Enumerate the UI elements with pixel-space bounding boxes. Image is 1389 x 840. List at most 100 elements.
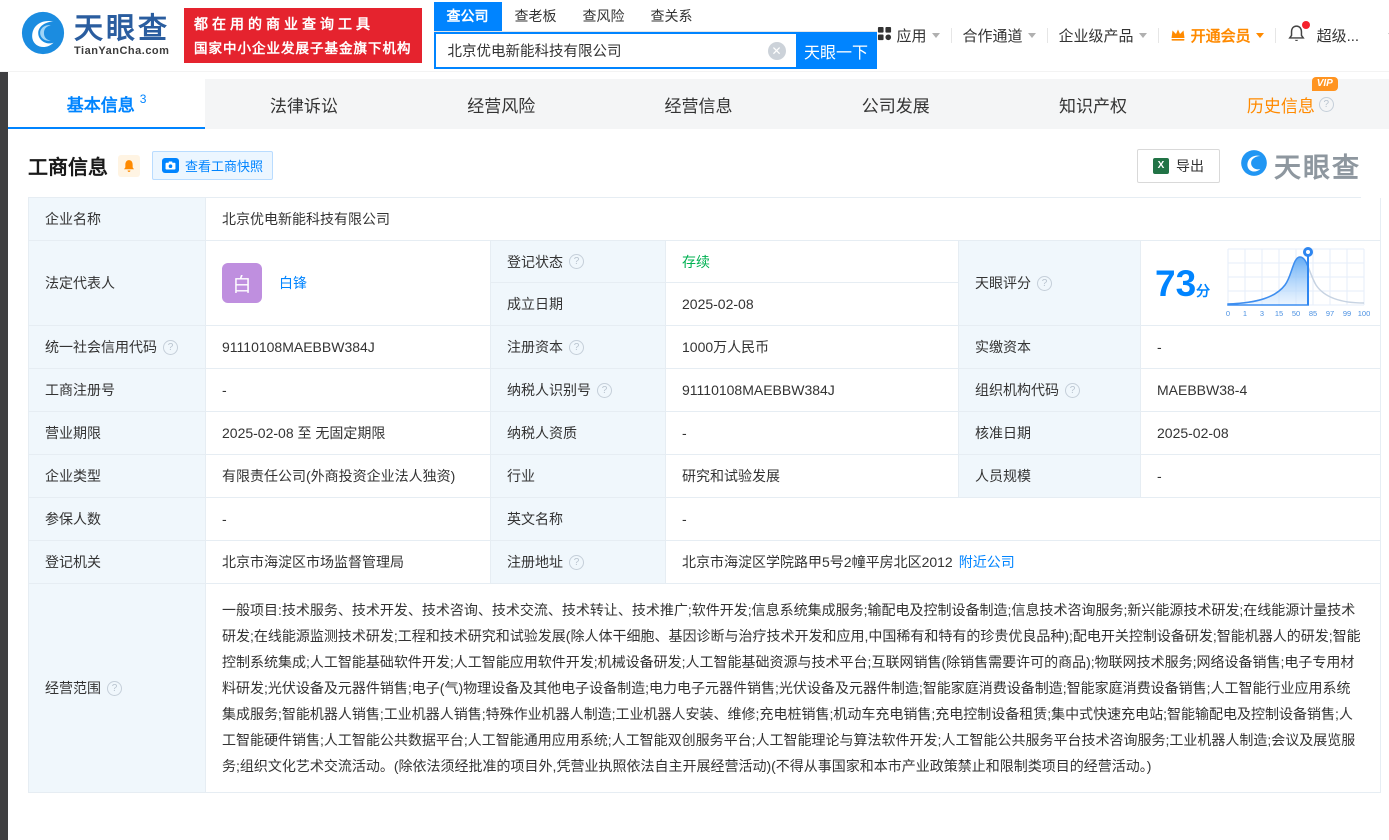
field-value-reg-address: 北京市海淀区学院路甲5号2幢平房北区2012 附近公司 [666,541,1382,584]
field-label-taxpayer-id: 纳税人识别号? [491,369,666,412]
camera-icon [162,158,179,173]
help-icon[interactable]: ? [1318,96,1334,112]
company-tabs: 基本信息 3 法律诉讼 经营风险 经营信息 公司发展 知识产权 历史信息 VIP… [8,76,1389,129]
field-label-company-type: 企业类型 [29,455,206,498]
search-tab-relation[interactable]: 查关系 [638,2,706,31]
field-value-establish-date: 2025-02-08 [666,283,959,326]
brand-name: 天眼查 [74,12,171,45]
monitor-bell-button[interactable] [118,154,140,177]
help-icon[interactable]: ? [163,339,178,355]
slogan-line-1: 都在用的商业查询工具 [194,16,375,32]
search-tab-risk[interactable]: 查风险 [570,2,638,31]
chevron-down-icon [1255,33,1264,38]
legal-rep-link[interactable]: 白锋 [279,273,307,293]
notification-dot [1301,21,1310,29]
help-icon[interactable]: ? [107,680,122,696]
field-value-business-scope: 一般项目:技术服务、技术开发、技术咨询、技术交流、技术转让、技术推广;软件开发;… [206,584,1382,793]
search-button[interactable]: 天眼一下 [795,32,877,69]
tianyancha-swirl-icon [1240,149,1268,182]
help-icon[interactable]: ? [597,382,612,398]
tab-history-info[interactable]: 历史信息 VIP ? [1192,76,1389,129]
score-distribution-chart: 0 1 3 15 50 85 97 99 100 [1220,243,1372,324]
field-label-paid-capital: 实缴资本 [959,326,1141,369]
tab-legal-label: 法律诉讼 [269,96,338,116]
nav-super-vip[interactable]: 超级... [1317,25,1360,46]
svg-text:1: 1 [1243,309,1247,318]
field-label-industry: 行业 [491,455,666,498]
field-value-taxpayer-quality: - [666,412,959,455]
view-business-snapshot-button[interactable]: 查看工商快照 [152,151,274,180]
field-label-reg-status: 登记状态? [491,241,666,283]
tab-intellectual-property[interactable]: 知识产权 [994,79,1191,129]
tab-basic-info-label: 基本信息 [66,95,135,115]
field-label-establish-date: 成立日期 [491,283,666,326]
notifications-bell[interactable] [1287,21,1310,47]
nav-enterprise[interactable]: 企业级产品 [1059,25,1147,46]
field-label-insured-count: 参保人数 [29,498,206,541]
field-label-credit-code: 统一社会信用代码? [29,326,206,369]
legal-rep-avatar[interactable]: 白 [222,263,262,303]
svg-text:50: 50 [1292,309,1300,318]
field-value-credit-code: 91110108MAEBBW384J [206,326,491,369]
clear-search-icon[interactable]: ✕ [767,41,786,60]
field-label-business-term: 营业期限 [29,412,206,455]
field-value-legal-rep: 白 白锋 [206,241,491,326]
field-value-reg-status: 存续 [666,241,959,283]
chevron-down-icon [1138,33,1147,38]
field-value-industry: 研究和试验发展 [666,455,959,498]
brand-slogan: 都在用的商业查询工具 国家中小企业发展子基金旗下机构 [184,8,422,63]
slogan-line-2: 国家中小企业发展子基金旗下机构 [194,41,412,56]
search-input[interactable]: 北京优电新能科技有限公司 ✕ [433,32,796,69]
score-unit: 分 [1196,282,1211,299]
field-label-approval-date: 核准日期 [959,412,1141,455]
help-icon[interactable]: ? [1065,382,1080,398]
section-header: 工商信息 查看工商快照 X 导出 天眼查 [0,129,1389,197]
tianyancha-logo[interactable]: 天眼查 TianYanCha.com [20,10,170,61]
search-tab-company[interactable]: 查公司 [433,2,502,31]
help-icon[interactable]: ? [569,554,584,570]
search-area: 查公司 查老板 查风险 查关系 北京优电新能科技有限公司 ✕ 天眼一下 [433,2,877,69]
top-nav: 应用 合作通道 企业级产品 开通会员 超级... [877,21,1389,47]
field-value-english-name: - [666,498,1382,541]
field-value-taxpayer-id: 91110108MAEBBW384J [666,369,959,412]
field-label-business-scope: 经营范围? [29,584,206,793]
field-value-insured-count: - [206,498,491,541]
svg-text:0: 0 [1226,309,1230,318]
svg-text:99: 99 [1343,309,1351,318]
field-value-org-code: MAEBBW38-4 [1141,369,1382,412]
nav-apps[interactable]: 应用 [877,25,940,46]
tab-company-development[interactable]: 公司发展 [797,79,994,129]
nav-divider [1274,28,1276,43]
top-header: 天眼查 TianYanCha.com 都在用的商业查询工具 国家中小企业发展子基… [0,0,1389,72]
brand-domain: TianYanCha.com [74,44,170,57]
svg-text:3: 3 [1260,309,1264,318]
status-badge: 存续 [682,253,710,270]
help-icon[interactable]: ? [1037,275,1052,291]
tab-legal-proceedings[interactable]: 法律诉讼 [205,79,402,129]
nav-enterprise-label: 企业级产品 [1058,28,1134,45]
nav-open-vip[interactable]: 开通会员 [1170,25,1264,46]
nearby-companies-link[interactable]: 附近公司 [959,552,1015,572]
excel-icon: X [1153,157,1169,174]
svg-text:85: 85 [1309,309,1317,318]
tab-risk-label: 经营风险 [467,96,536,116]
help-icon[interactable]: ? [569,339,584,355]
tab-business-info[interactable]: 经营信息 [600,79,797,129]
search-tab-boss[interactable]: 查老板 [502,2,570,31]
field-label-reg-number: 工商注册号 [29,369,206,412]
nav-divider [1157,28,1159,43]
tab-basic-info[interactable]: 基本信息 3 [8,79,206,129]
export-button[interactable]: X 导出 [1137,148,1220,183]
tab-operating-risk[interactable]: 经营风险 [403,79,600,129]
tab-business-label: 经营信息 [664,96,733,116]
nav-divider [1046,28,1048,43]
nav-cooperation[interactable]: 合作通道 [963,25,1036,46]
chevron-down-icon [931,33,940,38]
field-value-reg-capital: 1000万人民币 [666,326,959,369]
search-tabs: 查公司 查老板 查风险 查关系 [433,2,877,32]
vip-badge: VIP [1311,76,1338,91]
help-icon[interactable]: ? [569,254,584,269]
field-label-taxpayer-quality: 纳税人资质 [491,412,666,455]
watermark-text: 天眼查 [1274,153,1361,183]
svg-text:97: 97 [1326,309,1334,318]
